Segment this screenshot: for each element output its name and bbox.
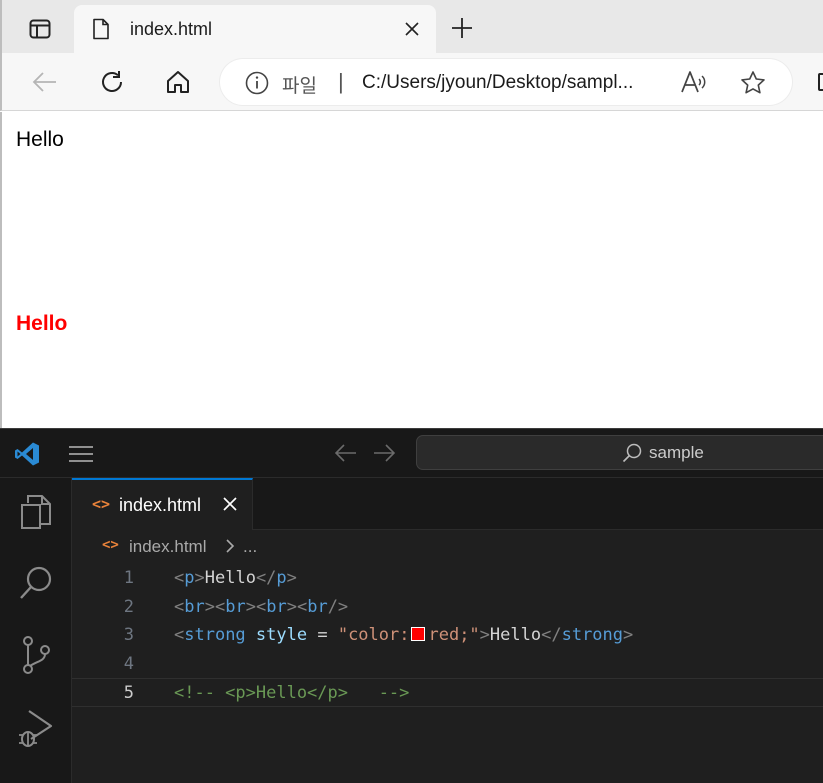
page-viewport: Hello Hello [0, 112, 823, 428]
code-line[interactable]: 1 <p>Hello</p> [72, 564, 823, 593]
code-line[interactable]: 2 <br><br><br><br/> [72, 593, 823, 622]
editor-tab-index-html[interactable]: <> index.html [72, 478, 253, 530]
line-source: <p>Hello</p> [174, 568, 297, 588]
code-token: <!-- <p>Hello</p> --> [174, 683, 410, 703]
strong-hello-red: Hello [16, 312, 68, 335]
address-separator: | [338, 69, 344, 94]
code-token: < [214, 596, 226, 617]
back-button[interactable] [28, 65, 62, 99]
html-file-icon: <> [102, 537, 119, 553]
command-center-label: sample [649, 443, 704, 462]
code-token: strong [561, 625, 624, 645]
html-file-icon: <> [92, 495, 111, 513]
back-arrow-icon[interactable] [334, 443, 357, 468]
tab-title: index.html [130, 19, 213, 39]
editor-tab-strip: <> index.html [72, 478, 823, 530]
vscode-logo-icon [14, 441, 40, 472]
home-button[interactable] [161, 65, 195, 99]
code-token: br [225, 596, 246, 617]
line-source: <!-- <p>Hello</p> --> [174, 683, 409, 703]
code-editor[interactable]: 1 <p>Hello</p> 2 <br><br><br><br/> 3 <strong … [72, 564, 823, 783]
code-token: < [296, 596, 308, 617]
menu-hamburger-icon[interactable] [68, 445, 94, 468]
chevron-right-icon [225, 538, 235, 559]
line-number: 2 [123, 596, 134, 617]
code-token: < [174, 568, 185, 588]
command-center-search[interactable]: sample [416, 435, 823, 470]
line-number: 1 [123, 568, 134, 588]
code-token: Hello [204, 568, 256, 588]
code-token: br [266, 596, 287, 617]
code-token: Hello [489, 625, 542, 645]
code-token: red;" [428, 625, 480, 645]
editor-tab-title: index.html [119, 495, 202, 515]
code-token: > [623, 625, 634, 645]
line-number: 3 [123, 625, 134, 645]
code-token: > [479, 625, 490, 645]
code-line[interactable]: 3 <strong style = "color: red;">Hello</str… [72, 621, 823, 650]
browser-navigation-bar: 파일 | C:/Users/jyoun/Desktop/sampl... [0, 53, 823, 111]
code-token: > [245, 596, 256, 617]
refresh-button[interactable] [95, 65, 129, 99]
code-token: strong [184, 625, 246, 645]
close-editor-icon[interactable] [222, 496, 238, 517]
browser-tab-bar: index.html [0, 0, 823, 53]
search-view-icon[interactable] [16, 563, 56, 603]
address-bar[interactable]: 파일 | C:/Users/jyoun/Desktop/sampl... [220, 59, 792, 105]
collections-icon[interactable] [818, 73, 823, 91]
code-token: p [184, 568, 195, 588]
info-icon[interactable] [245, 71, 269, 100]
code-token: "color: [337, 625, 410, 645]
vscode-title-bar: sample [0, 428, 823, 478]
close-tab-icon[interactable] [402, 19, 422, 39]
breadcrumb-file[interactable]: index.html [129, 537, 206, 557]
code-token: < [255, 596, 267, 617]
code-token: p [276, 568, 287, 588]
code-token: < [174, 625, 185, 645]
explorer-icon[interactable] [16, 492, 56, 532]
favorite-star-icon[interactable] [740, 70, 766, 101]
breadcrumb: <> index.html ... [72, 532, 823, 562]
read-aloud-icon[interactable] [680, 70, 710, 99]
line-source: <br><br><br><br/> [174, 597, 348, 617]
code-token: /> [327, 596, 349, 617]
search-icon [622, 443, 642, 468]
paragraph-hello: Hello [16, 128, 64, 151]
address-scheme-label: 파일 [282, 75, 317, 97]
breadcrumb-more[interactable]: ... [243, 537, 257, 557]
line-number: 4 [123, 653, 134, 674]
address-url[interactable]: C:/Users/jyoun/Desktop/sampl... [362, 72, 633, 94]
code-token: = [307, 625, 338, 645]
new-tab-button[interactable] [448, 14, 476, 42]
browser-tab-active[interactable]: index.html [74, 5, 436, 53]
run-and-debug-icon[interactable] [16, 708, 56, 748]
code-token: < [174, 596, 185, 617]
line-number: 5 [123, 683, 134, 703]
tab-actions-icon[interactable] [24, 14, 56, 44]
forward-arrow-icon[interactable] [373, 443, 396, 468]
file-icon [92, 18, 110, 45]
activity-bar [0, 478, 72, 783]
vscode-window: sample <> index.html <> index.html ... 1… [0, 428, 823, 783]
code-token: br [184, 596, 205, 617]
code-token: </ [541, 625, 562, 645]
code-token: > [194, 568, 205, 588]
code-token: > [286, 596, 297, 617]
code-token: br [307, 596, 328, 617]
code-line[interactable]: 5 <!-- <p>Hello</p> --> [72, 678, 823, 707]
color-swatch[interactable] [411, 627, 426, 641]
source-control-icon[interactable] [16, 635, 56, 675]
code-token: > [204, 596, 215, 617]
code-token: style [255, 625, 308, 645]
code-token: </ [255, 568, 277, 588]
code-line[interactable]: 4 [72, 650, 823, 679]
line-source: <strong style = "color: red;">Hello</stro… [174, 625, 633, 645]
code-token: > [286, 568, 297, 588]
